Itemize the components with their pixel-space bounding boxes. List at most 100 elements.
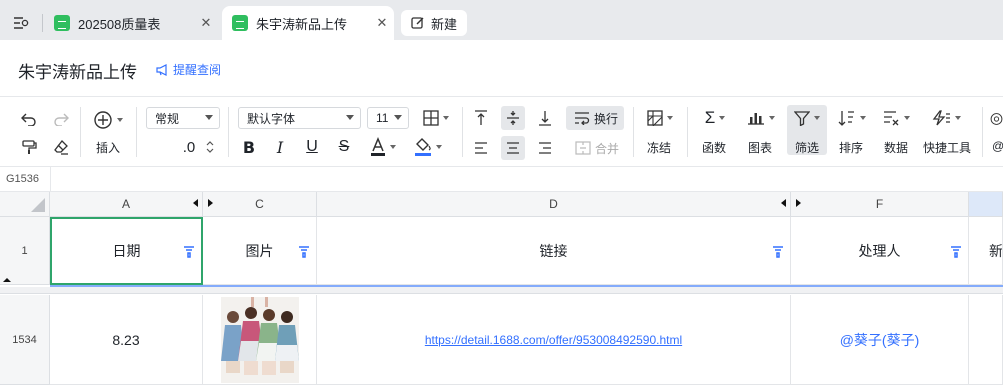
select-all-corner[interactable] bbox=[0, 192, 50, 217]
header-cell-link[interactable]: 链接 bbox=[317, 217, 791, 285]
separator bbox=[633, 107, 634, 157]
sort-button[interactable] bbox=[834, 107, 870, 129]
header-cell-next[interactable]: 新 bbox=[969, 217, 1003, 285]
strikethrough-icon[interactable]: S bbox=[334, 137, 354, 157]
redo-icon[interactable] bbox=[50, 109, 72, 129]
chart-label: 图表 bbox=[747, 141, 772, 155]
sort-label: 排序 bbox=[838, 141, 863, 155]
align-middle-icon[interactable] bbox=[503, 107, 523, 129]
font-size-select[interactable]: 11 bbox=[367, 107, 409, 129]
cell-date[interactable]: 8.23 bbox=[50, 295, 203, 385]
new-tab-label: 新建 bbox=[431, 16, 458, 32]
column-header-c[interactable]: C bbox=[203, 192, 317, 217]
fill-color-icon bbox=[415, 138, 431, 156]
align-left-icon[interactable] bbox=[471, 137, 491, 159]
column-filter-icon[interactable] bbox=[950, 245, 962, 261]
remind-button[interactable]: 提醒查阅 bbox=[156, 61, 221, 78]
border-button[interactable] bbox=[418, 107, 454, 129]
row-resize-icon[interactable] bbox=[2, 277, 12, 283]
column-header-g[interactable] bbox=[969, 192, 1003, 217]
eraser-icon[interactable] bbox=[50, 137, 72, 157]
column-filter-icon[interactable] bbox=[772, 245, 784, 261]
filter-icon bbox=[794, 111, 810, 126]
megaphone-icon bbox=[156, 63, 167, 76]
font-color-button[interactable] bbox=[366, 135, 400, 159]
tab-list-menu-icon[interactable] bbox=[8, 10, 34, 36]
number-format-select[interactable]: 常规 bbox=[146, 107, 220, 129]
data-label: 数据 bbox=[883, 141, 908, 155]
tab-quality-table[interactable]: 202508质量表 ✕ bbox=[44, 6, 218, 40]
separator bbox=[228, 107, 229, 157]
column-letter: F bbox=[875, 197, 884, 211]
close-icon[interactable]: ✕ bbox=[194, 15, 218, 31]
wrap-icon bbox=[574, 112, 590, 125]
column-header-d[interactable]: D bbox=[317, 192, 791, 217]
data-button[interactable] bbox=[878, 107, 914, 129]
expand-right-icon[interactable] bbox=[796, 199, 801, 207]
edit-icon bbox=[411, 17, 424, 29]
border-icon bbox=[423, 110, 439, 126]
merge-label: 合并 bbox=[594, 141, 619, 156]
new-tab-button[interactable]: 新建 bbox=[401, 10, 467, 36]
header-cell-handler[interactable]: 处理人 bbox=[791, 217, 969, 285]
header-text: 新 bbox=[989, 242, 1003, 259]
undo-icon[interactable] bbox=[18, 109, 40, 129]
wrap-button[interactable]: 换行 bbox=[568, 107, 624, 129]
underline-icon[interactable]: U bbox=[302, 137, 322, 157]
font-family-select[interactable]: 默认字体 bbox=[238, 107, 361, 129]
decimal-button[interactable]: .0 bbox=[176, 137, 202, 157]
doc-title[interactable]: 朱宇涛新品上传 bbox=[18, 58, 137, 83]
header-cell-image[interactable]: 图片 bbox=[203, 217, 317, 285]
column-header-a[interactable]: A bbox=[50, 192, 203, 217]
column-letter: A bbox=[121, 197, 130, 211]
align-center-icon[interactable] bbox=[503, 137, 523, 159]
decimal-stepper[interactable] bbox=[203, 137, 217, 157]
header-cell-date[interactable]: 日期 bbox=[50, 217, 203, 285]
close-icon[interactable]: ✕ bbox=[370, 15, 394, 31]
cell-next[interactable] bbox=[969, 295, 1003, 385]
merge-button[interactable]: 合并 bbox=[570, 137, 624, 159]
expand-right-icon[interactable] bbox=[208, 199, 213, 207]
sort-icon bbox=[838, 111, 854, 126]
header-text: 日期 bbox=[112, 243, 141, 259]
frozen-divider[interactable] bbox=[0, 287, 1003, 294]
freeze-label: 冻结 bbox=[646, 141, 671, 155]
filter-button[interactable] bbox=[788, 107, 826, 129]
insert-button[interactable] bbox=[88, 109, 128, 131]
cell-image[interactable] bbox=[203, 295, 317, 385]
header-text: 处理人 bbox=[858, 242, 901, 259]
date-value: 8.23 bbox=[112, 331, 140, 348]
cell-handler[interactable]: @葵子(葵子) bbox=[791, 295, 969, 385]
product-link[interactable]: https://detail.1688.com/offer/9530084925… bbox=[425, 333, 682, 347]
column-filter-icon[interactable] bbox=[183, 245, 195, 261]
name-box[interactable]: G1536 bbox=[6, 173, 39, 185]
collapse-left-icon[interactable] bbox=[193, 199, 198, 207]
quick-tools-button[interactable] bbox=[924, 107, 968, 129]
format-painter-icon[interactable] bbox=[18, 137, 40, 157]
tab-bar: 202508质量表 ✕ 朱宇涛新品上传 ✕ 新建 bbox=[0, 0, 1003, 40]
italic-icon[interactable]: I bbox=[270, 137, 290, 157]
mention-icon[interactable] bbox=[990, 109, 1003, 129]
divider bbox=[50, 167, 51, 193]
chart-button[interactable] bbox=[742, 107, 780, 129]
fill-color-button[interactable] bbox=[410, 135, 446, 159]
align-bottom-icon[interactable] bbox=[535, 107, 555, 129]
freeze-button[interactable] bbox=[642, 107, 678, 129]
bold-icon[interactable]: B bbox=[239, 137, 259, 157]
product-image[interactable] bbox=[220, 296, 299, 383]
font-color-icon bbox=[371, 137, 385, 156]
cell-link[interactable]: https://detail.1688.com/offer/9530084925… bbox=[317, 295, 791, 385]
separator bbox=[80, 107, 81, 157]
row-header-1[interactable]: 1 bbox=[0, 217, 50, 285]
align-top-icon[interactable] bbox=[471, 107, 491, 129]
tab-new-products[interactable]: 朱宇涛新品上传 ✕ bbox=[222, 6, 394, 40]
handler-mention[interactable]: @葵子(葵子) bbox=[840, 330, 920, 350]
column-filter-icon[interactable] bbox=[298, 245, 310, 261]
separator bbox=[982, 107, 983, 157]
collapse-left-icon[interactable] bbox=[781, 199, 786, 207]
column-header-f[interactable]: F bbox=[791, 192, 969, 217]
function-button[interactable]: Σ bbox=[697, 107, 733, 129]
align-right-icon[interactable] bbox=[535, 137, 555, 159]
bar-chart-icon bbox=[748, 113, 764, 125]
row-header-1534[interactable]: 1534 bbox=[0, 295, 50, 385]
